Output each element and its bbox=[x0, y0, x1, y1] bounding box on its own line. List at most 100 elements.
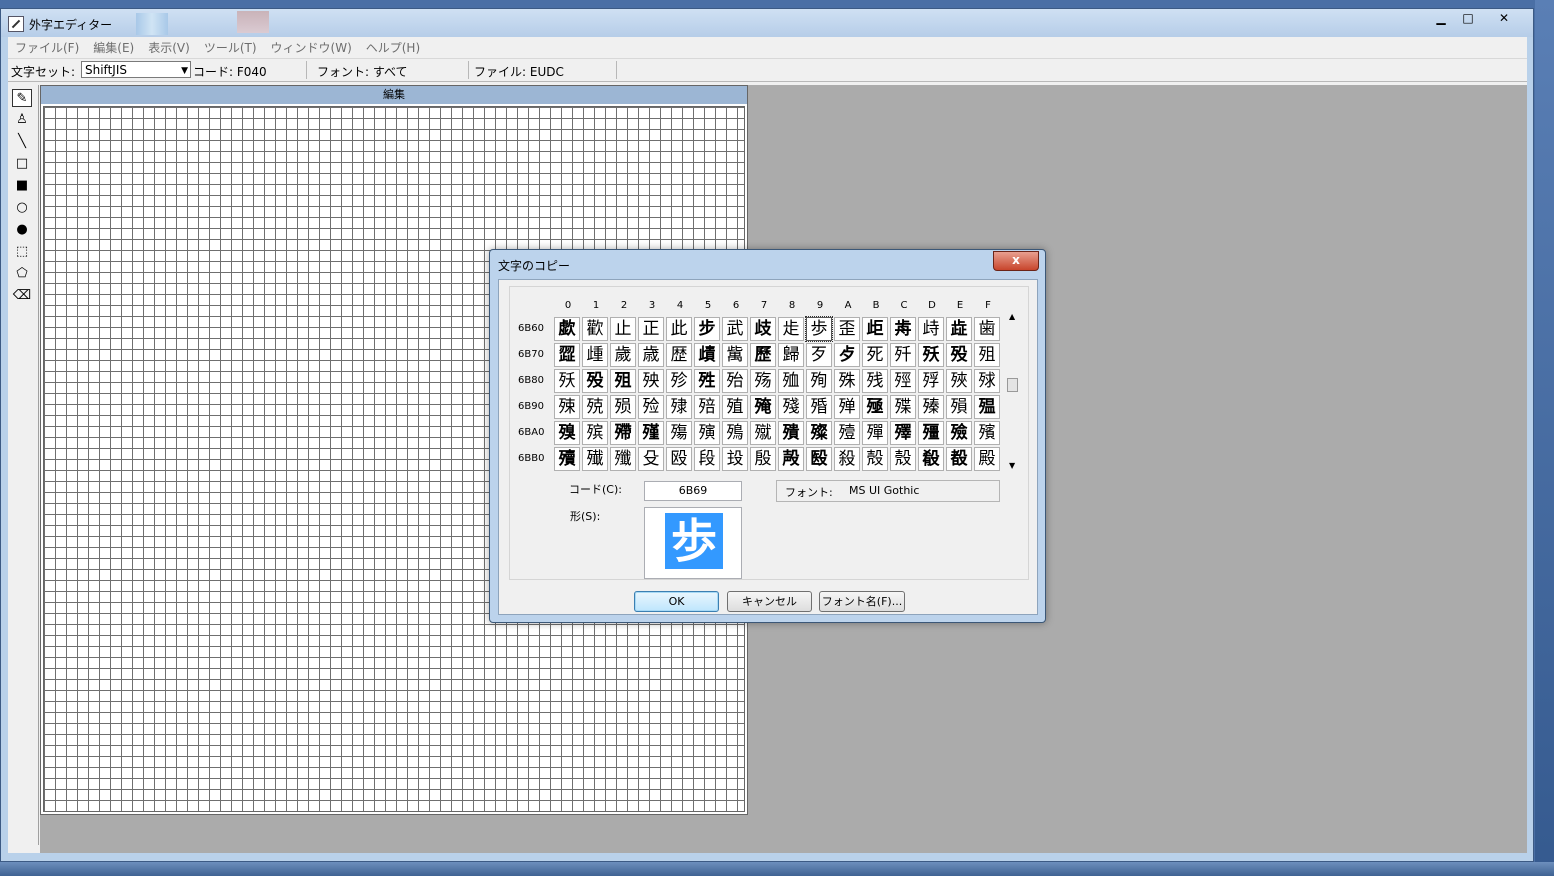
char-cell[interactable]: 歫 bbox=[862, 317, 888, 341]
char-cell[interactable]: 歳 bbox=[638, 343, 664, 367]
char-cell[interactable]: 殼 bbox=[890, 447, 916, 471]
char-cell[interactable]: 段 bbox=[694, 447, 720, 471]
char-cell[interactable]: 殱 bbox=[582, 447, 608, 471]
char-cell[interactable]: 殯 bbox=[974, 421, 1000, 445]
char-cell[interactable]: 殝 bbox=[918, 395, 944, 419]
char-cell[interactable]: 殴 bbox=[666, 447, 692, 471]
char-cell[interactable]: 残 bbox=[862, 369, 888, 393]
maximize-button[interactable]: □ bbox=[1455, 9, 1481, 27]
char-cell[interactable]: 殢 bbox=[610, 421, 636, 445]
menu-edit[interactable]: 編集(E) bbox=[86, 37, 141, 58]
char-cell[interactable]: 殤 bbox=[666, 421, 692, 445]
pencil-icon[interactable]: ✎ bbox=[12, 89, 32, 107]
char-cell[interactable]: 正 bbox=[638, 317, 664, 341]
char-cell[interactable]: 歺 bbox=[834, 343, 860, 367]
char-cell[interactable]: 殈 bbox=[778, 369, 804, 393]
close-button[interactable]: ✕ bbox=[1481, 9, 1527, 27]
char-cell[interactable]: 歶 bbox=[722, 343, 748, 367]
char-cell[interactable]: 死 bbox=[862, 343, 888, 367]
char-cell[interactable]: 殐 bbox=[554, 395, 580, 419]
char-cell[interactable]: 歲 bbox=[610, 343, 636, 367]
char-cell[interactable]: 殂 bbox=[610, 369, 636, 393]
font-name-button[interactable]: フォント名(F)... bbox=[819, 591, 905, 612]
scroll-down-icon[interactable]: ▼ bbox=[1009, 461, 1015, 470]
char-cell[interactable]: 殀 bbox=[554, 369, 580, 393]
char-cell[interactable]: 殡 bbox=[582, 421, 608, 445]
menu-window[interactable]: ウィンドウ(W) bbox=[264, 37, 359, 58]
char-cell[interactable]: 殖 bbox=[722, 395, 748, 419]
char-cell[interactable]: 歷 bbox=[750, 343, 776, 367]
title-bar[interactable]: 外字エディター ▁ □ ✕ bbox=[1, 9, 1533, 37]
char-cell[interactable]: 殧 bbox=[750, 421, 776, 445]
char-cell[interactable]: 殕 bbox=[694, 395, 720, 419]
char-cell[interactable]: 歨 bbox=[778, 317, 804, 341]
char-cell[interactable]: 武 bbox=[722, 317, 748, 341]
char-cell[interactable]: 殄 bbox=[666, 369, 692, 393]
char-cell[interactable]: 殘 bbox=[778, 395, 804, 419]
char-cell[interactable]: 殉 bbox=[806, 369, 832, 393]
char-cell[interactable]: 殰 bbox=[554, 447, 580, 471]
char-cell[interactable]: 歮 bbox=[946, 317, 972, 341]
char-cell[interactable]: 歱 bbox=[582, 343, 608, 367]
freeform-select-icon[interactable]: ⬠ bbox=[12, 265, 32, 283]
char-cell[interactable]: 殛 bbox=[862, 395, 888, 419]
char-cell[interactable]: 殀 bbox=[918, 343, 944, 367]
char-cell[interactable]: 殽 bbox=[918, 447, 944, 471]
char-cell[interactable]: 殠 bbox=[554, 421, 580, 445]
char-cell[interactable]: 殌 bbox=[890, 369, 916, 393]
char-cell[interactable]: 歴 bbox=[666, 343, 692, 367]
char-cell[interactable]: 殎 bbox=[946, 369, 972, 393]
char-cell[interactable]: 歵 bbox=[694, 343, 720, 367]
charset-select[interactable]: ShiftJIS ▼ bbox=[81, 61, 191, 78]
char-cell[interactable]: 殳 bbox=[638, 447, 664, 471]
char-cell[interactable]: 殿 bbox=[974, 447, 1000, 471]
char-cell[interactable]: 殜 bbox=[890, 395, 916, 419]
char-cell[interactable]: 歪 bbox=[834, 317, 860, 341]
char-cell[interactable]: 殻 bbox=[862, 447, 888, 471]
char-cell[interactable]: 殃 bbox=[638, 369, 664, 393]
char-cell[interactable]: 殬 bbox=[890, 421, 916, 445]
char-cell[interactable]: 殞 bbox=[946, 395, 972, 419]
char-cell[interactable]: 殲 bbox=[610, 447, 636, 471]
char-cell[interactable]: 殦 bbox=[722, 421, 748, 445]
char-cell[interactable]: 殹 bbox=[806, 447, 832, 471]
menu-view[interactable]: 表示(V) bbox=[141, 37, 197, 58]
char-cell[interactable]: 殗 bbox=[750, 395, 776, 419]
char-cell[interactable]: 歰 bbox=[554, 343, 580, 367]
char-cell[interactable]: 歧 bbox=[750, 317, 776, 341]
char-cell[interactable]: 殶 bbox=[722, 447, 748, 471]
char-cell[interactable]: 殮 bbox=[946, 421, 972, 445]
char-cell[interactable]: 歬 bbox=[890, 317, 916, 341]
char-cell[interactable]: 殸 bbox=[778, 447, 804, 471]
menu-help[interactable]: ヘルプ(H) bbox=[359, 37, 427, 58]
char-cell[interactable]: 殂 bbox=[974, 343, 1000, 367]
char-cell[interactable]: 歩 bbox=[805, 316, 833, 342]
char-cell[interactable]: 殚 bbox=[834, 395, 860, 419]
eraser-icon[interactable]: ⌫ bbox=[12, 287, 32, 305]
cancel-button[interactable]: キャンセル bbox=[727, 591, 812, 612]
char-cell[interactable]: 殷 bbox=[750, 447, 776, 471]
char-cell[interactable]: 殨 bbox=[778, 421, 804, 445]
char-cell[interactable]: 殔 bbox=[666, 395, 692, 419]
filled-ellipse-icon[interactable]: ● bbox=[12, 221, 32, 239]
char-cell[interactable]: 殙 bbox=[806, 395, 832, 419]
char-cell[interactable]: 止 bbox=[610, 317, 636, 341]
char-cell[interactable]: 殆 bbox=[722, 369, 748, 393]
ok-button[interactable]: OK bbox=[634, 591, 719, 612]
char-cell[interactable]: 殩 bbox=[806, 421, 832, 445]
line-icon[interactable]: ╲ bbox=[12, 133, 32, 151]
char-cell[interactable]: 殭 bbox=[918, 421, 944, 445]
scroll-up-icon[interactable]: ▲ bbox=[1009, 312, 1015, 321]
brush-icon[interactable]: ♙ bbox=[12, 111, 32, 129]
char-cell[interactable]: 步 bbox=[694, 317, 720, 341]
char-cell[interactable]: 殊 bbox=[834, 369, 860, 393]
code-input[interactable]: 6B69 bbox=[644, 481, 742, 501]
char-cell[interactable]: 歹 bbox=[806, 343, 832, 367]
rect-select-icon[interactable]: ⬚ bbox=[12, 243, 32, 261]
shape-preview[interactable]: 歩 bbox=[644, 507, 742, 579]
menu-file[interactable]: ファイル(F) bbox=[8, 37, 86, 58]
char-cell[interactable]: 殟 bbox=[974, 395, 1000, 419]
char-cell[interactable]: 歡 bbox=[582, 317, 608, 341]
char-cell[interactable]: 殪 bbox=[834, 421, 860, 445]
char-cell[interactable]: 殓 bbox=[638, 395, 664, 419]
